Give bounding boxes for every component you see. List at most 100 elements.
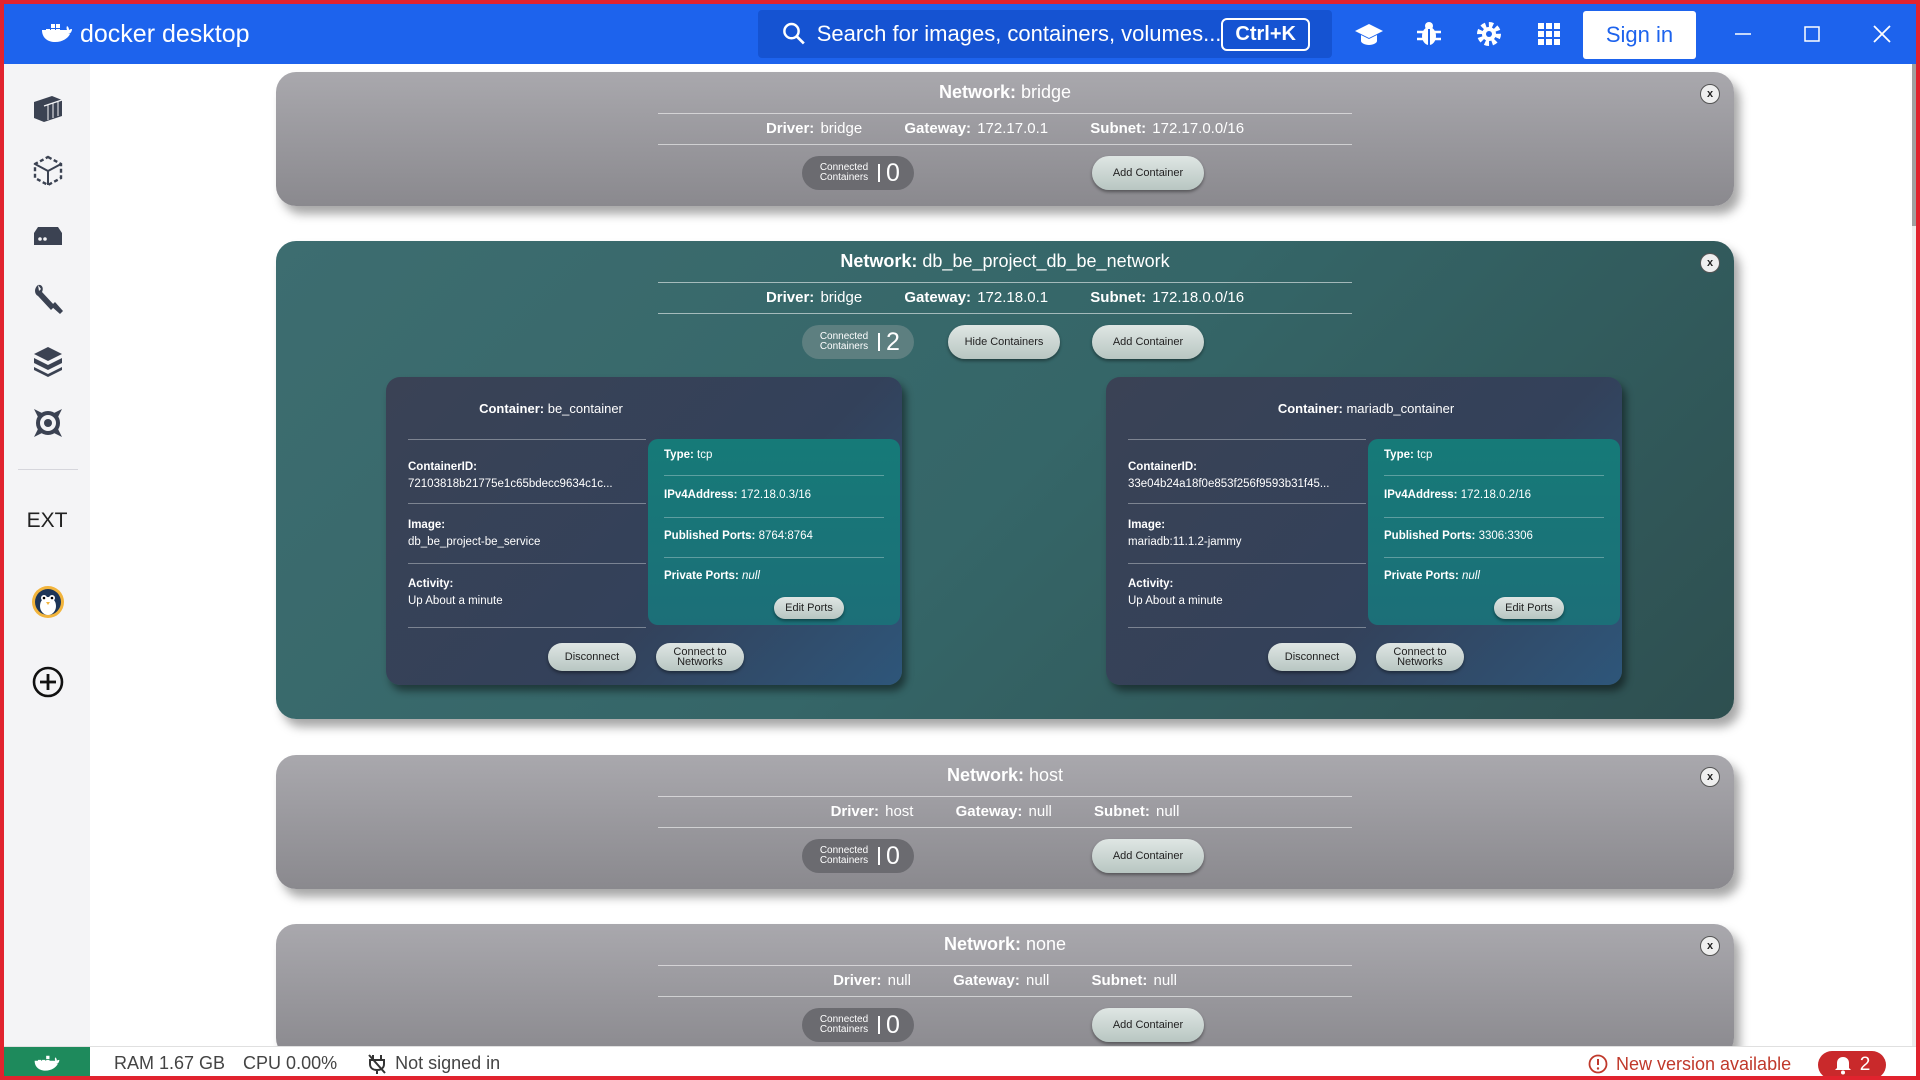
troubleshoot-bug-icon[interactable]: [1414, 19, 1444, 49]
network-name: db_be_project_db_be_network: [922, 251, 1170, 271]
disconnect-button[interactable]: Disconnect: [548, 643, 636, 671]
connected-label-line2: Containers: [819, 1024, 869, 1035]
network-label: Network:: [938, 82, 1016, 102]
divider: [1384, 517, 1604, 518]
badge-separator: [878, 164, 880, 182]
dev-tools-wrench-icon[interactable]: [30, 280, 66, 316]
close-window-icon[interactable]: [1869, 21, 1895, 47]
network-title: Network: db_be_project_db_be_network: [276, 251, 1734, 272]
disconnect-button[interactable]: Disconnect: [1268, 643, 1356, 671]
connect-label-line2: Networks: [677, 656, 723, 668]
gateway-label: Gateway:: [904, 120, 972, 137]
connect-to-networks-button[interactable]: Connect to Networks: [656, 643, 744, 671]
add-extension-icon[interactable]: [30, 664, 66, 700]
activity-field: Activity: Up About a minute: [408, 576, 644, 610]
settings-gear-icon[interactable]: [1474, 19, 1504, 49]
badge-separator: [878, 333, 880, 351]
driver-value: bridge: [820, 289, 863, 306]
gateway-info: Gateway: 172.17.0.1: [904, 120, 1048, 137]
search-placeholder: Search for images, containers, volumes..…: [816, 21, 1222, 46]
container-label: Container:: [1277, 401, 1343, 416]
private-ports-value: null: [741, 570, 760, 582]
engine-status-indicator[interactable]: [4, 1046, 90, 1076]
ram-usage: RAM 1.67 GB: [114, 1053, 226, 1073]
gateway-info: Gateway: null: [956, 803, 1052, 820]
learning-center-icon[interactable]: [1354, 19, 1384, 49]
driver-info: Driver: host: [831, 803, 914, 820]
notifications-button[interactable]: 2: [1818, 1051, 1886, 1076]
connected-containers-badge: Connected Containers 2: [802, 325, 914, 359]
container-id-label: ContainerID:: [408, 461, 477, 473]
divider: [408, 503, 646, 504]
search-icon: [783, 22, 805, 45]
sidebar-divider: [18, 469, 78, 470]
scrollbar-thumb[interactable]: [1912, 64, 1916, 226]
container-name: be_container: [547, 401, 623, 416]
divider: [408, 439, 646, 440]
container-id-field: ContainerID: 33e04b24a18f0e853f256f9593b3…: [1128, 459, 1364, 493]
edit-ports-button[interactable]: Edit Ports: [1494, 597, 1564, 619]
connect-to-networks-button[interactable]: Connect to Networks: [1376, 643, 1464, 671]
container-name: mariadb_container: [1346, 401, 1455, 416]
network-info: Driver: bridge Gateway: 172.17.0.1 Subne…: [658, 120, 1352, 137]
container-label: Container:: [479, 401, 545, 416]
close-network-button[interactable]: x: [1700, 767, 1720, 787]
container-id-value: 33e04b24a18f0e853f256f9593b31f45...: [1128, 478, 1330, 490]
divider: [1128, 503, 1366, 504]
published-ports-row: Published Ports: 3306:3306: [1384, 530, 1604, 542]
gateway-value: null: [1028, 803, 1052, 820]
type-row: Type: tcp: [664, 449, 884, 461]
add-container-button[interactable]: Add Container: [1092, 325, 1204, 359]
network-card-none: Network: none x Driver: null Gateway: nu…: [276, 924, 1734, 1058]
apps-grid-icon[interactable]: [1534, 19, 1564, 49]
driver-label: Driver:: [765, 120, 815, 137]
driver-value: bridge: [820, 120, 863, 137]
type-value: tcp: [697, 449, 713, 461]
status-bar: RAM 1.67 GB CPU 0.00% Not signed in New …: [4, 1046, 1916, 1076]
add-container-button[interactable]: Add Container: [1092, 156, 1204, 190]
sidebar-extensions-label[interactable]: EXT: [4, 509, 90, 533]
hide-containers-button[interactable]: Hide Containers: [948, 325, 1060, 359]
images-icon[interactable]: [30, 153, 66, 189]
close-network-button[interactable]: x: [1700, 84, 1720, 104]
network-title: Network: none: [276, 934, 1734, 955]
ports-panel: Type: tcp IPv4Address: 172.18.0.2/16 Pub…: [1368, 439, 1620, 625]
driver-value: null: [887, 972, 911, 989]
divider: [408, 627, 646, 628]
close-network-button[interactable]: x: [1700, 253, 1720, 273]
containers-icon[interactable]: [30, 90, 66, 126]
scout-icon[interactable]: [30, 405, 66, 441]
ports-panel: Type: tcp IPv4Address: 172.18.0.3/16 Pub…: [648, 439, 900, 625]
divider: [658, 144, 1352, 145]
sign-in-status[interactable]: Not signed in: [367, 1053, 500, 1075]
extension-avatar-icon[interactable]: [30, 584, 66, 620]
network-card-host: Network: host x Driver: host Gateway: nu…: [276, 755, 1734, 889]
new-version-link[interactable]: New version available: [1588, 1047, 1791, 1076]
volumes-icon[interactable]: [30, 219, 66, 255]
network-card-bridge: Network: bridge x Driver: bridge Gateway…: [276, 72, 1734, 206]
divider: [658, 282, 1352, 283]
builds-icon[interactable]: [30, 343, 66, 379]
driver-label: Driver:: [830, 803, 879, 820]
published-ports-value: 8764:8764: [758, 530, 813, 542]
edit-ports-button[interactable]: Edit Ports: [774, 597, 844, 619]
divider: [664, 557, 884, 558]
connected-label: Connected Containers: [812, 332, 876, 352]
minimize-icon[interactable]: [1730, 21, 1756, 47]
gateway-value: 172.17.0.1: [977, 120, 1049, 137]
image-value: db_be_project-be_service: [408, 536, 541, 548]
search-bar[interactable]: Search for images, containers, volumes..…: [758, 10, 1332, 58]
close-network-button[interactable]: x: [1700, 936, 1720, 956]
published-ports-label: Published Ports:: [1384, 530, 1476, 542]
add-container-button[interactable]: Add Container: [1092, 839, 1204, 873]
cpu-usage: CPU 0.00%: [243, 1053, 338, 1073]
sign-in-status-text: Not signed in: [395, 1053, 501, 1073]
connected-containers-badge: Connected Containers 0: [802, 1008, 914, 1042]
sign-in-button[interactable]: Sign in: [1583, 11, 1696, 59]
maximize-icon[interactable]: [1799, 21, 1825, 47]
info-alert-icon: [1588, 1054, 1608, 1074]
add-container-button[interactable]: Add Container: [1092, 1008, 1204, 1042]
divider: [1128, 563, 1366, 564]
driver-label: Driver:: [833, 972, 882, 989]
connected-label-line2: Containers: [819, 341, 869, 352]
